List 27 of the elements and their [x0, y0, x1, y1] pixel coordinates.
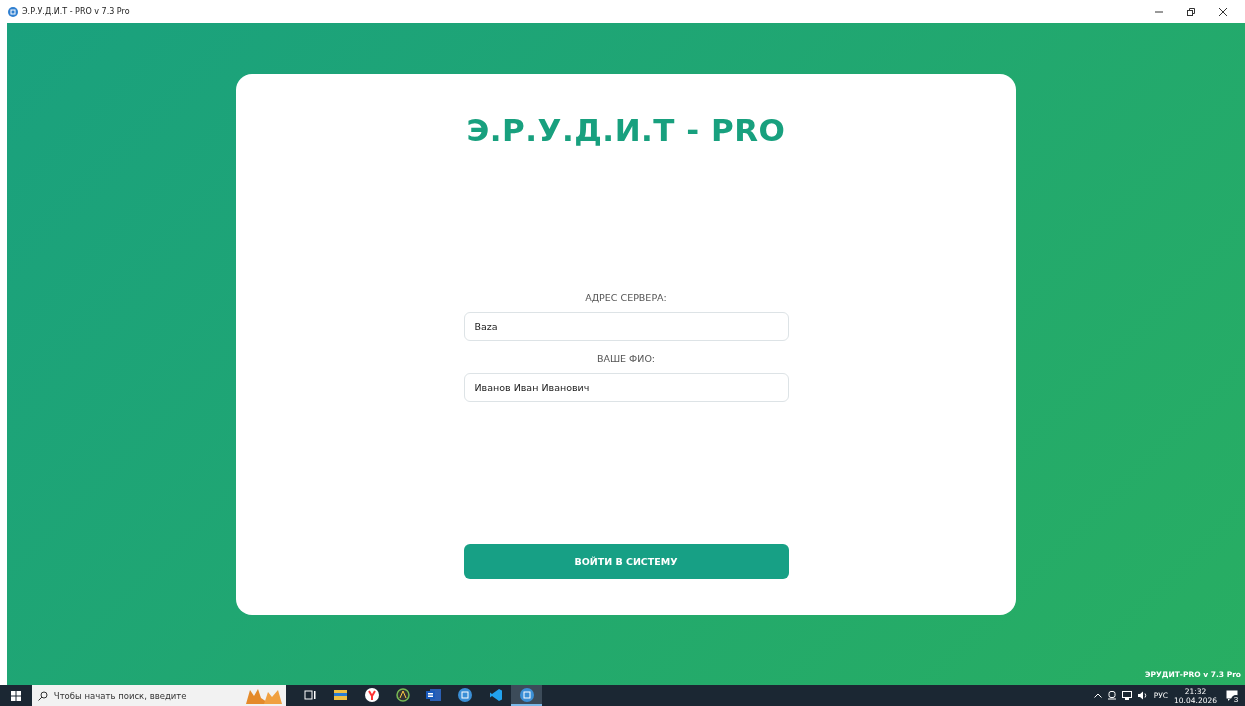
input-field[interactable]: Baza	[463, 312, 789, 341]
app-icon	[457, 687, 472, 702]
windows-logo-icon	[11, 690, 21, 701]
task-view-icon	[303, 689, 316, 700]
field-label: ВАШЕ ФИО:	[596, 353, 656, 364]
app-icon	[519, 687, 534, 702]
close-icon	[1219, 7, 1227, 16]
document-icon	[426, 688, 441, 701]
notification-count: 3	[1231, 694, 1241, 705]
network-icon	[1121, 691, 1132, 700]
input-field[interactable]: Иванов Иван Иванович	[463, 373, 789, 402]
browser-icon	[364, 687, 379, 702]
search-field[interactable]: Чтобы начать поиск, введите	[53, 690, 236, 701]
restore-icon	[1187, 7, 1195, 16]
field-label: АДРЕС СЕРВЕРА:	[585, 292, 667, 303]
search-icon	[38, 690, 48, 701]
app-logo-icon	[8, 6, 18, 17]
chevron-up-icon	[1093, 693, 1102, 698]
speaker-icon	[1137, 691, 1148, 700]
folder-icon	[334, 689, 347, 700]
compass-icon	[395, 687, 410, 702]
window-title: Э.Р.У.Д.И.Т - PRO v 7.3 Pro	[22, 7, 130, 16]
search-bar[interactable]: Чтобы начать поиск, введите	[32, 685, 242, 706]
device-icon	[1107, 691, 1116, 700]
app-title: Э.Р.У.Д.И.Т - PRO	[466, 112, 786, 148]
notifications-button[interactable]: 3	[1223, 686, 1241, 705]
code-editor-icon	[488, 687, 503, 702]
